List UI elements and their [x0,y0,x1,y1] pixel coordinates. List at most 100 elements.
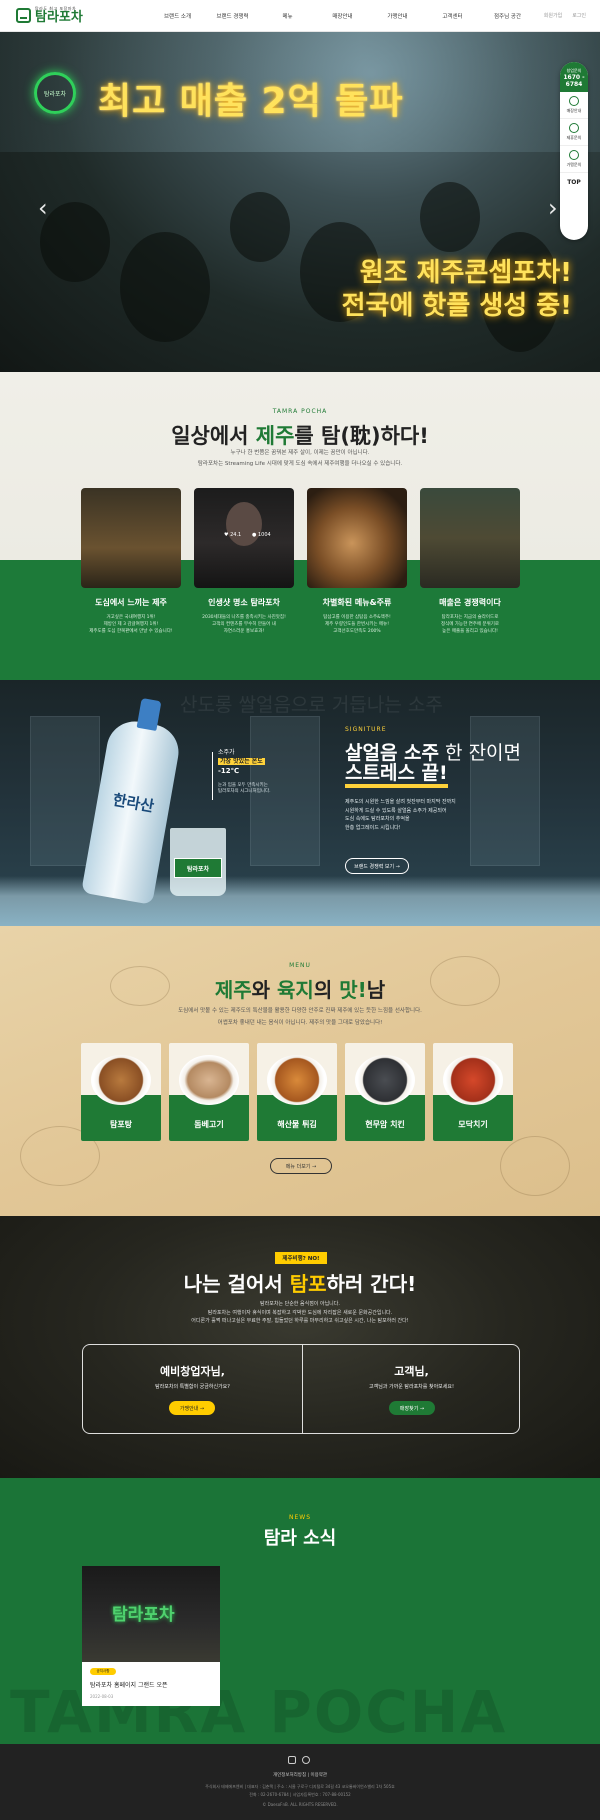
intro-title: 일상에서 제주를 탐(耽)하다! [171,424,429,448]
intro-card: 매출은 경쟁력이다 탐라포차는 지금의 슬라이드로 정식에 가능한 연주에 분위기… [420,488,520,636]
footer-contact-info: 전화 : 02-2670-6784 | 사업자등록번호 : 707-88-001… [249,1792,351,1797]
signature-desc: 제주도의 시원한 느낌을 살려 첫잔부터 마지막 잔까지 시원하게 드실 수 있… [345,799,456,831]
cta-title: 나는 걸어서 탐포하러 간다! [183,1272,417,1296]
menu-card[interactable]: 해산물 튀김 [257,1043,337,1141]
menu-title: 제주와 육지의 맛!남 [214,978,386,1002]
brand-logo[interactable]: 탐라도 최고 포장마차 탐라포차 [16,7,106,24]
login-link[interactable]: 로그인 [572,12,586,19]
news-card-date: 2022-08-03 [90,1694,114,1699]
nav-item-brand[interactable]: 브랜드 소개 [150,12,205,20]
glass-label: 탐라포차 [174,858,222,878]
chevron-right-icon[interactable]: › [548,194,558,222]
menu-desc-2: 어썹포차 좋내던 내는 음식이 아닙니다. 제주의 맛을 그대로 담았습니다! [217,1020,383,1026]
menu-card-label: 현무암 치킨 [365,1120,405,1129]
cta-desc: 탐라포차는 단순한 음식점이 아닙니다. 탐라포차는 여행이자 휴식이며 복잡하… [191,1301,409,1324]
temperature-callout: 소주가 가장 맛있는 온도 -12℃ 눈과 입을 모두 만족시키는 탐라포차의 … [218,749,271,795]
hero-person [40,202,110,282]
scroll-top-button[interactable]: TOP [560,173,588,186]
nav-item-competitiveness[interactable]: 브랜드 경쟁력 [205,12,260,20]
more-menu-button[interactable]: 메뉴 더보기 → [270,1158,332,1174]
news-title: 탐라 소식 [263,1528,337,1549]
quick-item-franchise[interactable]: 가맹문의 [560,146,588,174]
nav-item-stores[interactable]: 매장안내 [315,12,370,20]
news-card[interactable]: 탐라포차 공지사항 탐라포차 홈페이지 그랜드 오픈 2022-08-03 [82,1566,220,1706]
quick-item-stores[interactable]: 매장안내 [560,92,588,120]
intro-card-desc: 탐삼고를 이용한 삼탐음 소주&맥주! 제주 우량인도들 한번시키는 메뉴! 고객선… [323,615,391,635]
facebook-icon[interactable] [288,1756,296,1764]
menu-card-label: 해산물 튀김 [277,1120,317,1129]
nav-item-support[interactable]: 고객센터 [425,12,480,20]
menu-dish-image [267,1055,327,1105]
hero-neon-badge: 탐라포차 [34,72,76,114]
util-links: 회원가입 로그인 [544,12,586,19]
intro-eyebrow: TAMRA POCHA [272,408,328,415]
hero-person [230,192,290,262]
menu-card[interactable]: 현무암 치킨 [345,1043,425,1141]
menu-card-label: 탐포탕 [109,1120,133,1129]
intro-card-title: 매출은 경쟁력이다 [439,598,501,607]
intro-card-image [307,488,407,588]
chevron-left-icon[interactable]: ‹ [38,194,48,222]
menu-card[interactable]: 탐포탕 [81,1043,161,1141]
menu-dish-image [179,1055,239,1105]
nav-item-owner[interactable]: 점주님 공간 [480,12,535,20]
footer-links[interactable]: 개인정보처리방침 | 이용약관 [0,1772,600,1778]
intro-card-image [420,488,520,588]
intro-card-title: 차별화된 메뉴&주류 [322,598,392,607]
hero-person [420,182,480,252]
signup-link[interactable]: 회원가입 [544,12,562,19]
menu-dish-image [355,1055,415,1105]
intro-card-title: 도심에서 느끼는 제주 [95,598,167,607]
intro-desc-1: 누구나 한 번쯤은 꿈꿔본 제주 살이, 이제는 꿈만이 아닙니다. [230,450,370,456]
hero-banner: 탐라포차 최고 매출 2억 돌파 원조 제주콘셉포차! 전국에 핫플 생성 중!… [0,32,600,372]
menu-dish-image [91,1055,151,1105]
logo-mark-icon [16,8,31,23]
signature-title-2: 스트레스 끝! [345,763,448,788]
menu-desc-1: 도심에서 맛볼 수 있는 제주도의 특산물을 활용한 다양한 안주로 진짜 제주… [178,1008,422,1014]
like-count: ♥ 24.1 [224,532,242,538]
find-store-button[interactable]: 매장찾기 → [389,1401,435,1415]
bottle-label: 한라산 [111,790,156,816]
intro-card-image [81,488,181,588]
prospect-desc: 탐라포차의 특별함이 궁금하신가요? [155,1384,230,1390]
quick-menu: 창업문의 1670 - 6784 매장안내 제휴문의 가맹문의 TOP [560,62,588,240]
store-icon [569,150,579,161]
news-card-logo: 탐라포차 [112,1605,175,1625]
comment-count: ● 1004 [252,532,271,538]
cta-tag: 제주비행? NO! [275,1252,327,1264]
franchise-info-button[interactable]: 가맹안내 → [169,1401,215,1415]
nav-item-menu[interactable]: 메뉴 [260,12,315,20]
intro-section: TAMRA POCHA 일상에서 제주를 탐(耽)하다! 누구나 한 번쯤은 꿈… [0,372,600,680]
temp-divider [212,752,213,800]
intro-desc-2: 탐라포차는 Streaming Life 시대에 맞게 도심 속에서 제주여행을… [197,461,403,467]
map-pin-icon [569,96,579,107]
site-footer: 개인정보처리방침 | 이용약관 주식회사 태제에프엔비 | 대표자 : 김춘택 … [0,1744,600,1820]
menu-card[interactable]: 모닥치기 [433,1043,513,1141]
menu-card[interactable]: 돔베고기 [169,1043,249,1141]
instagram-icon[interactable] [302,1756,310,1764]
menu-card-label: 돔베고기 [194,1120,224,1129]
quick-phone[interactable]: 창업문의 1670 - 6784 [560,62,588,93]
hero-subheadline-1: 원조 제주콘셉포차! [359,258,572,288]
edit-icon [569,123,579,134]
intro-card: 차별화된 메뉴&주류 탐삼고를 이용한 삼탐음 소주&맥주! 제주 우량인도들 한… [307,488,407,636]
nav-item-franchise[interactable]: 가맹안내 [370,12,425,20]
intro-card-image: ♥ 24.1 ● 1004 [194,488,294,588]
news-card-image: 탐라포차 [82,1566,220,1662]
hero-subheadline: 원조 제주콘셉포차! 전국에 핫플 생성 중! [342,257,572,322]
signature-eyebrow: SIGNITURE [345,726,387,733]
intro-card-desc: 탐라포차는 지금의 슬라이드로 정식에 가능한 연주에 분위기로 높은 매출을 올리… [440,615,500,635]
quick-phone-number-2: 6784 [565,81,583,89]
brand-competitiveness-button[interactable]: 브랜드 경쟁력 보기 → [345,858,409,874]
signature-title-1: 살얼음 소주 한 잔이면 [345,742,522,764]
signature-bg-text: 산도롱 쌀얼음으로 거듭나는 소주 [180,694,443,716]
footer-company-info: 주식회사 태제에프엔비 | 대표자 : 김춘택 | 주소 : 서울 구로구 디지… [205,1784,395,1789]
intro-card: 도심에서 느끼는 제주 거고싶은 국내여행지 1위! 제방인 제 3 감귤여행지 … [81,488,181,636]
menu-dish-image [443,1055,503,1105]
quick-item-partnership[interactable]: 제휴문의 [560,119,588,147]
news-eyebrow: NEWS [288,1514,312,1521]
cta-section: 제주비행? NO! 나는 걸어서 탐포하러 간다! 탐라포차는 단순한 음식점이… [0,1216,600,1478]
site-header: 탐라도 최고 포장마차 탐라포차 브랜드 소개 브랜드 경쟁력 메뉴 매장안내 … [0,0,600,32]
hero-person [120,232,210,342]
customer-desc: 고객님과 가까운 탐라포차를 찾아보세요! [369,1384,454,1390]
